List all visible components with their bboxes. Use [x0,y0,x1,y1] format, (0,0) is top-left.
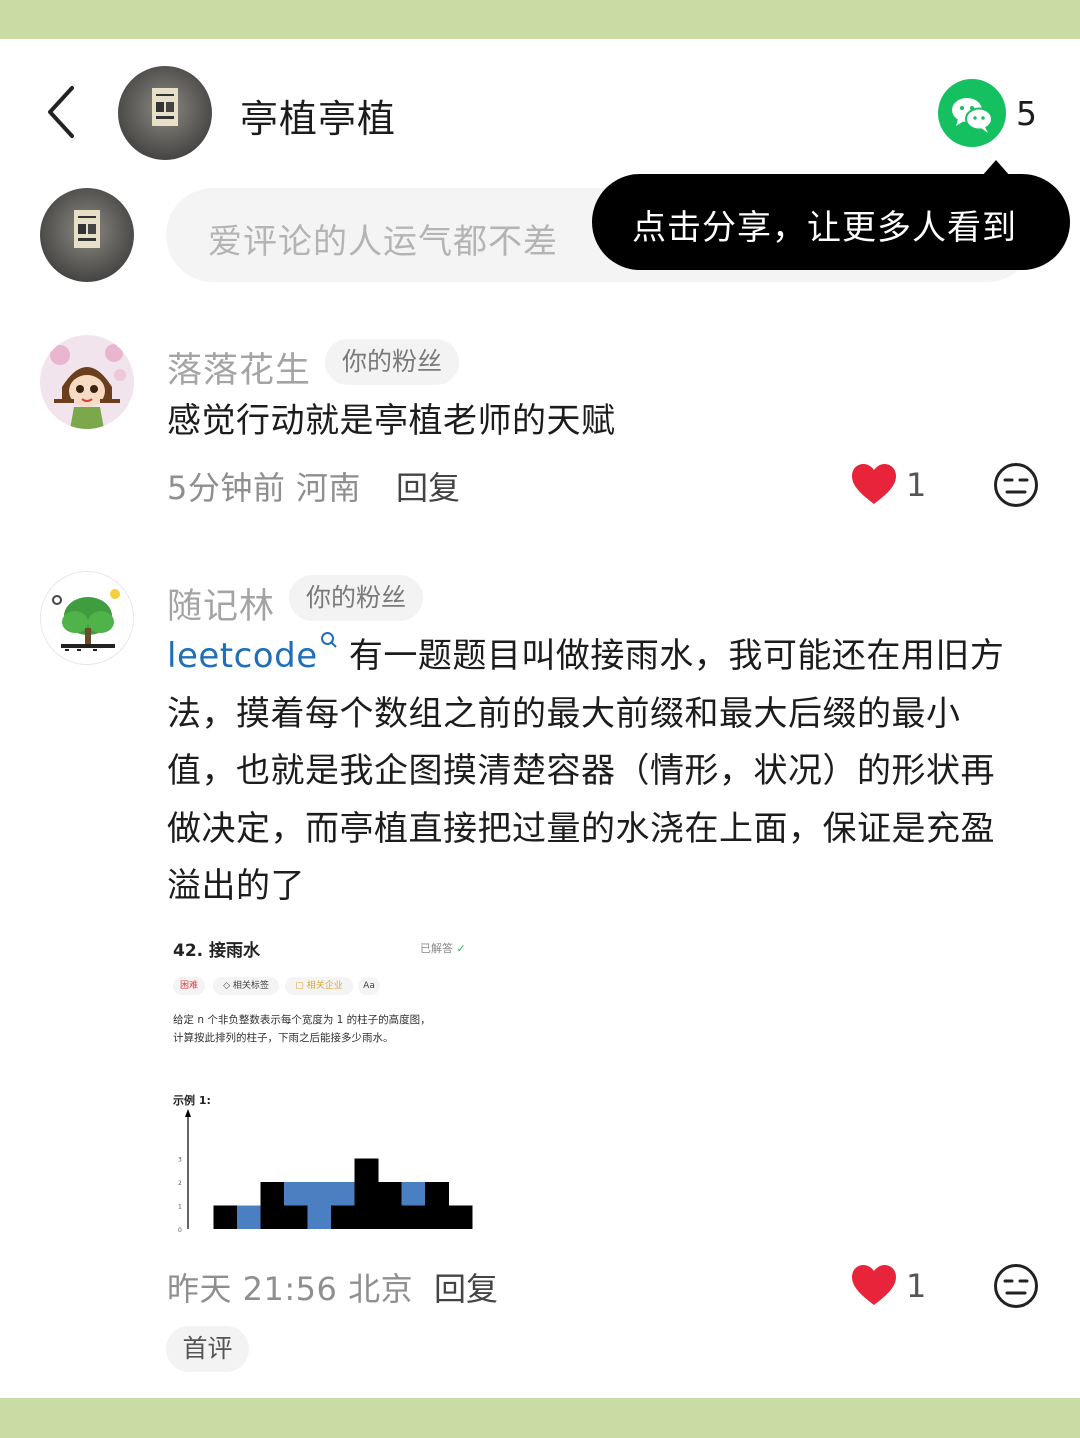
bar [213,1205,238,1229]
commenter-avatar[interactable] [40,335,134,429]
wechat-share-button[interactable] [938,79,1006,147]
problem-description: 给定 n 个非负整数表示每个宽度为 1 的柱子的高度图， 计算按此排列的柱子，下… [173,1014,431,1044]
font-size-tag: Aa [358,977,380,995]
y-tick-label: 1 [178,1204,182,1211]
share-tooltip-text: 点击分享，让更多人看到 [632,208,1017,248]
share-count: 5 [1016,94,1037,133]
fan-badge: 你的粉丝 [325,339,459,385]
comment-text: leetcode 有一题题目叫做接雨水，我可能还在用旧方 法，摸着每个数组之前的… [167,628,1047,916]
bar [331,1205,355,1229]
bottom-band [0,1398,1080,1438]
bar [425,1182,449,1229]
check-icon: ✓ [456,942,466,955]
heart-icon[interactable] [851,1264,897,1306]
water [284,1182,308,1206]
comment-meta: 昨天 21:56 北京 [167,1270,414,1308]
bar [354,1158,379,1229]
bar [284,1205,308,1229]
related-tags-tag: ◇ 相关标签 [213,977,279,995]
comment-text-line: 溢出的了 [167,866,305,906]
comment-text-line: 值，也就是我企图摸清楚容器（情形，状况）的形状再 [167,751,995,791]
comment-text: 感觉行动就是亭植老师的天赋 [167,401,616,441]
leetcode-link[interactable]: leetcode [167,632,338,676]
bar [260,1182,285,1229]
comment-text-line: 法，摸着每个数组之前的最大前缀和最大后缀的最小 [167,693,961,734]
water [331,1182,355,1206]
page-title: 亭植亭植 [240,97,397,141]
reply-button[interactable]: 回复 [396,463,460,509]
first-comment-badge: 首评 [166,1326,249,1372]
bar [401,1205,426,1229]
neutral-face-icon[interactable] [993,1263,1039,1309]
water [237,1205,261,1229]
search-icon [320,632,337,648]
comment-meta: 5分钟前 河南 [167,469,362,507]
comment-text-line: 做决定，而亭植直接把过量的水浇在上面，保证是充盈 [167,808,995,849]
reply-button[interactable]: 回复 [434,1264,498,1310]
bar [448,1205,473,1229]
problem-title: 42. 接雨水 [173,941,261,961]
water [307,1182,332,1229]
y-tick-label: 3 [178,1157,182,1164]
like-count: 1 [906,466,927,504]
difficulty-tag: 困难 [173,977,205,995]
attached-image[interactable]: 42. 接雨水 已解答 ✓ 困难 ◇ 相关标签 ▢ 相关企业 Aa 给定 n 个… [166,925,476,1235]
author-avatar[interactable] [118,66,212,160]
y-axis-arrow [185,1109,191,1117]
bar [378,1182,402,1229]
elevation-map-chart: 0 1 2 3 [178,1109,473,1234]
lock-icon: ▢ [295,981,304,991]
commenter-avatar[interactable] [40,571,134,665]
commenter-name[interactable]: 随记林 [167,578,275,629]
commenter-name[interactable]: 落落花生 [167,342,311,393]
my-avatar [40,188,134,282]
like-count: 1 [906,1267,927,1305]
top-band [0,0,1080,39]
y-tick-label: 2 [178,1180,182,1187]
y-tick-label: 0 [178,1227,182,1234]
solved-status: 已解答 ✓ [420,942,466,955]
neutral-face-icon[interactable] [993,462,1039,508]
heart-icon[interactable] [851,463,897,505]
water [401,1182,426,1206]
wechat-icon [952,98,993,133]
comment-input-placeholder: 爱评论的人运气都不差 [208,222,558,262]
tag-icon: ◇ [223,981,231,991]
fan-badge: 你的粉丝 [289,575,423,621]
related-companies-tag: ▢ 相关企业 [285,977,353,995]
back-arrow-icon[interactable] [40,80,90,144]
